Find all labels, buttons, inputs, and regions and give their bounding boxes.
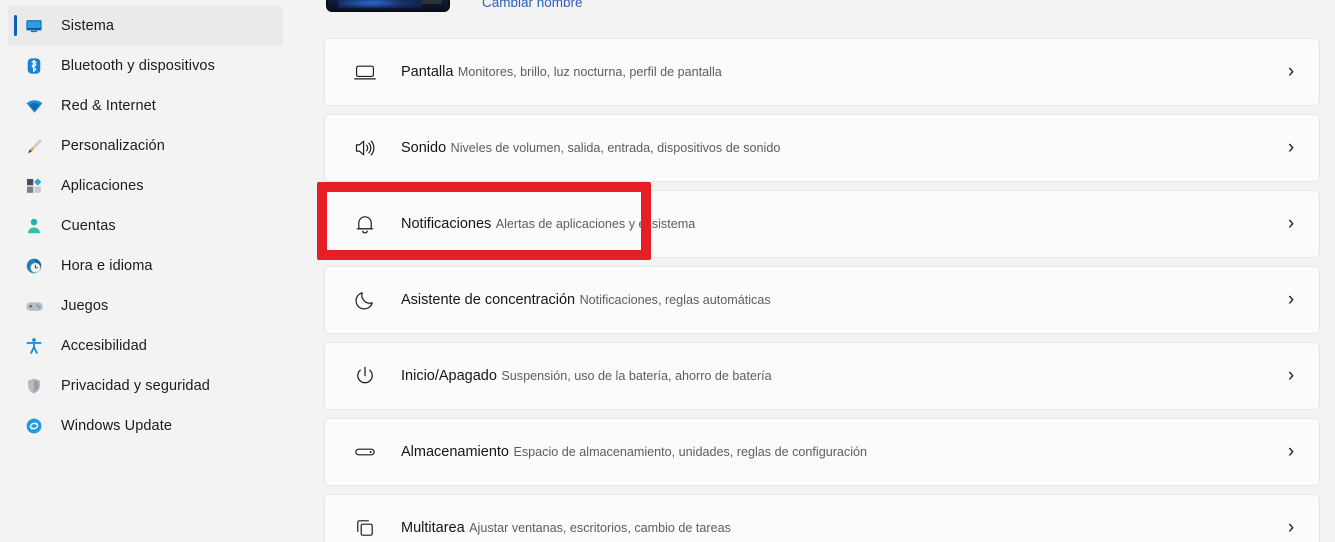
device-thumbnail-bar <box>420 0 442 4</box>
clock-globe-icon <box>24 256 44 276</box>
bell-icon <box>347 206 383 242</box>
person-icon <box>24 216 44 236</box>
rename-device-link[interactable]: Cambiar nombre <box>482 0 583 10</box>
sidebar-item-juegos[interactable]: Juegos <box>8 286 283 326</box>
update-refresh-icon <box>24 416 44 436</box>
settings-row-notificaciones[interactable]: Notificaciones Alertas de aplicaciones y… <box>324 190 1320 258</box>
chevron-right-icon[interactable]: › <box>1279 288 1303 312</box>
sidebar-item-label: Aplicaciones <box>61 178 144 194</box>
settings-row-subtitle: Ajustar ventanas, escritorios, cambio de… <box>469 521 731 535</box>
speaker-volume-icon <box>347 130 383 166</box>
settings-row-title: Multitarea <box>401 520 465 536</box>
monitor-icon <box>24 16 44 36</box>
settings-row-sonido[interactable]: Sonido Niveles de volumen, salida, entra… <box>324 114 1320 182</box>
chevron-right-icon[interactable]: › <box>1279 212 1303 236</box>
settings-row-asistente-de-concentracion[interactable]: Asistente de concentración Notificacione… <box>324 266 1320 334</box>
sidebar-item-label: Accesibilidad <box>61 338 147 354</box>
device-header: Cambiar nombre <box>326 0 583 12</box>
settings-row-subtitle: Monitores, brillo, luz nocturna, perfil … <box>457 65 722 79</box>
accessibility-person-icon <box>24 336 44 356</box>
sidebar-item-hora-e-idioma[interactable]: Hora e idioma <box>8 246 283 286</box>
sidebar-item-red-internet[interactable]: Red & Internet <box>8 86 283 126</box>
multitask-windows-icon <box>347 510 383 542</box>
storage-drive-icon <box>347 434 383 470</box>
chevron-right-icon[interactable]: › <box>1279 60 1303 84</box>
chevron-right-icon[interactable]: › <box>1279 136 1303 160</box>
apps-grid-icon <box>24 176 44 196</box>
shield-icon <box>24 376 44 396</box>
settings-row-subtitle: Niveles de volumen, salida, entrada, dis… <box>450 141 781 155</box>
settings-row-text: Inicio/Apagado Suspensión, uso de la bat… <box>401 367 1279 385</box>
sidebar-item-label: Bluetooth y dispositivos <box>61 58 215 74</box>
settings-row-text: Asistente de concentración Notificacione… <box>401 291 1279 309</box>
sidebar-item-label: Privacidad y seguridad <box>61 378 210 394</box>
chevron-right-icon[interactable]: › <box>1279 440 1303 464</box>
settings-row-text: Almacenamiento Espacio de almacenamiento… <box>401 443 1279 461</box>
sidebar-item-label: Red & Internet <box>61 98 156 114</box>
sidebar-item-accesibilidad[interactable]: Accesibilidad <box>8 326 283 366</box>
settings-row-text: Pantalla Monitores, brillo, luz nocturna… <box>401 63 1279 81</box>
settings-row-title: Almacenamiento <box>401 444 509 460</box>
settings-window: Sistema Bluetooth y dispositivos Red & I… <box>0 0 1335 542</box>
sidebar-item-windows-update[interactable]: Windows Update <box>8 406 283 446</box>
settings-row-title: Pantalla <box>401 64 454 80</box>
settings-row-almacenamiento[interactable]: Almacenamiento Espacio de almacenamiento… <box>324 418 1320 486</box>
moon-icon <box>347 282 383 318</box>
power-icon <box>347 358 383 394</box>
settings-row-subtitle: Suspensión, uso de la batería, ahorro de… <box>501 369 772 383</box>
sidebar-item-privacidad-y-seguridad[interactable]: Privacidad y seguridad <box>8 366 283 406</box>
settings-row-subtitle: Notificaciones, reglas automáticas <box>579 293 771 307</box>
sidebar-item-label: Cuentas <box>61 218 116 234</box>
settings-main-content: Cambiar nombre Pantalla Monitores, brill… <box>299 0 1335 542</box>
settings-row-text: Notificaciones Alertas de aplicaciones y… <box>401 215 1279 233</box>
settings-row-title: Notificaciones <box>401 216 492 232</box>
paintbrush-icon <box>24 136 44 156</box>
sidebar-item-label: Windows Update <box>61 418 173 434</box>
gamepad-icon <box>24 296 44 316</box>
settings-row-pantalla[interactable]: Pantalla Monitores, brillo, luz nocturna… <box>324 38 1320 106</box>
settings-row-title: Sonido <box>401 140 447 156</box>
sidebar-item-cuentas[interactable]: Cuentas <box>8 206 283 246</box>
device-laptop-thumbnail <box>326 0 450 12</box>
sidebar-item-label: Sistema <box>61 18 115 34</box>
settings-row-title: Asistente de concentración <box>401 292 576 308</box>
sidebar-item-sistema[interactable]: Sistema <box>8 6 283 46</box>
settings-row-text: Sonido Niveles de volumen, salida, entra… <box>401 139 1279 157</box>
settings-row-inicio-apagado[interactable]: Inicio/Apagado Suspensión, uso de la bat… <box>324 342 1320 410</box>
sidebar-item-aplicaciones[interactable]: Aplicaciones <box>8 166 283 206</box>
settings-row-subtitle: Alertas de aplicaciones y el sistema <box>495 217 696 231</box>
settings-row-subtitle: Espacio de almacenamiento, unidades, reg… <box>513 445 868 459</box>
sidebar-item-personalizacion[interactable]: Personalización <box>8 126 283 166</box>
bluetooth-icon <box>24 56 44 76</box>
sidebar-item-label: Personalización <box>61 138 165 154</box>
settings-row-title: Inicio/Apagado <box>401 368 497 384</box>
sidebar-item-label: Juegos <box>61 298 109 314</box>
settings-category-list: Pantalla Monitores, brillo, luz nocturna… <box>324 38 1320 542</box>
display-monitor-icon <box>347 54 383 90</box>
wifi-icon <box>24 96 44 116</box>
settings-sidebar: Sistema Bluetooth y dispositivos Red & I… <box>0 0 299 542</box>
chevron-right-icon[interactable]: › <box>1279 516 1303 540</box>
settings-row-text: Multitarea Ajustar ventanas, escritorios… <box>401 519 1279 537</box>
chevron-right-icon[interactable]: › <box>1279 364 1303 388</box>
sidebar-item-label: Hora e idioma <box>61 258 153 274</box>
settings-row-multitarea[interactable]: Multitarea Ajustar ventanas, escritorios… <box>324 494 1320 542</box>
sidebar-item-bluetooth-y-dispositivos[interactable]: Bluetooth y dispositivos <box>8 46 283 86</box>
